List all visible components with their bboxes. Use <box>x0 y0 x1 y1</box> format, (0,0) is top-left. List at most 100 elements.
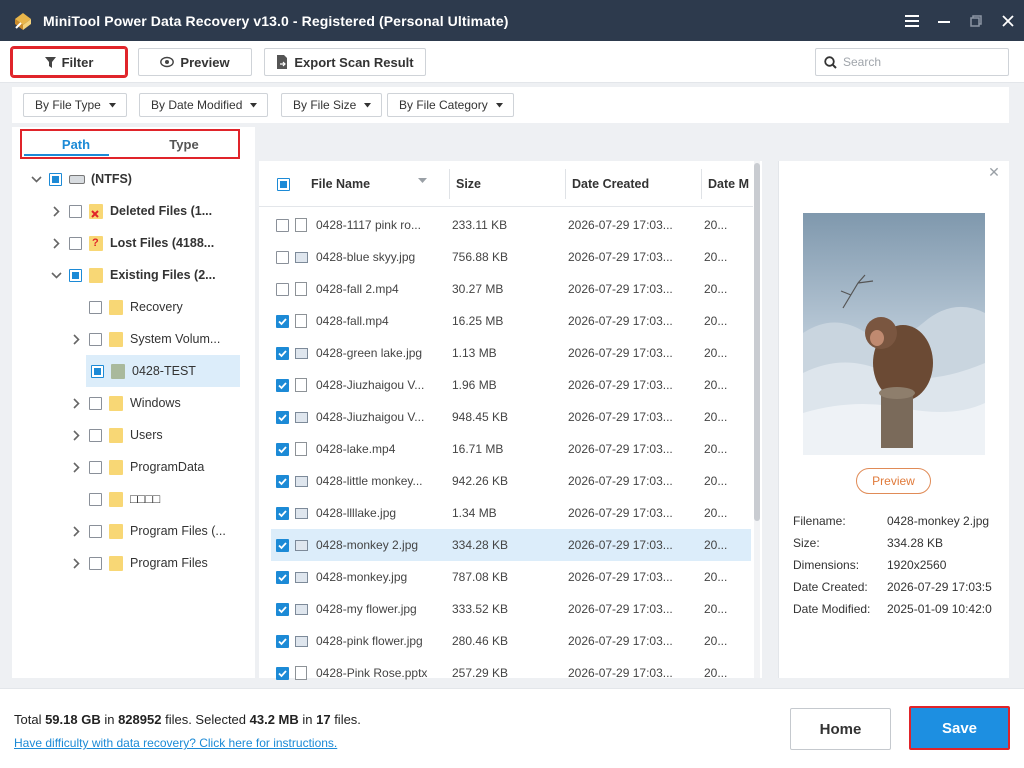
chevron-right-icon[interactable] <box>48 203 64 219</box>
file-row[interactable]: 0428-1117 pink ro... 233.11 KB 2026-07-29 … <box>271 209 751 241</box>
tree-node-recovery[interactable]: Recovery <box>68 291 248 323</box>
tree-checkbox[interactable] <box>89 492 102 506</box>
chevron-right-icon[interactable] <box>68 331 84 347</box>
tree-checkbox[interactable] <box>69 204 82 218</box>
file-row[interactable]: 0428-pink flower.jpg 280.46 KB 2026-07-29 … <box>271 625 751 657</box>
help-link[interactable]: Have difficulty with data recovery? Clic… <box>14 736 337 750</box>
file-row-checkbox[interactable] <box>276 379 289 392</box>
chevron-down-icon[interactable] <box>28 171 44 187</box>
tree-node-ntfs[interactable]: (NTFS) <box>28 163 248 195</box>
path-tree-panel: Path Type (NTFS) Deleted Files (1... ? L… <box>12 127 255 678</box>
filter-by-file-type[interactable]: By File Type <box>23 93 127 117</box>
tree-node-0428-test[interactable]: 0428-TEST <box>86 355 240 387</box>
save-button[interactable]: Save <box>909 706 1010 750</box>
file-row[interactable]: 0428-fall 2.mp4 30.27 MB 2026-07-29 17:03.… <box>271 273 751 305</box>
tree-node-system-volume[interactable]: System Volum... <box>68 323 248 355</box>
sort-desc-icon[interactable] <box>418 178 427 184</box>
select-all-checkbox[interactable] <box>277 178 290 191</box>
filter-button[interactable]: Filter <box>10 46 128 78</box>
file-row-checkbox[interactable] <box>276 347 289 360</box>
file-row-checkbox[interactable] <box>276 539 289 552</box>
restore-icon[interactable] <box>960 0 992 41</box>
column-file-name[interactable]: File Name <box>311 161 451 207</box>
file-row[interactable]: 0428-my flower.jpg 333.52 KB 2026-07-29 17… <box>271 593 751 625</box>
tree-checkbox[interactable] <box>49 172 62 186</box>
tree-node-program-files[interactable]: Program Files <box>68 547 248 579</box>
tree-node-lost-files[interactable]: ? Lost Files (4188... <box>48 227 248 259</box>
file-row-checkbox[interactable] <box>276 667 289 680</box>
tree-node-deleted-files[interactable]: Deleted Files (1... <box>48 195 248 227</box>
column-date-modified[interactable]: Date M <box>708 161 753 207</box>
chevron-right-icon[interactable] <box>68 427 84 443</box>
chevron-right-icon[interactable] <box>68 395 84 411</box>
tree-checkbox[interactable] <box>89 428 102 442</box>
tree-node-existing-files[interactable]: Existing Files (2... <box>48 259 248 291</box>
file-row-checkbox[interactable] <box>276 411 289 424</box>
filter-by-file-category[interactable]: By File Category <box>387 93 514 117</box>
file-row-checkbox[interactable] <box>276 219 289 232</box>
chevron-right-icon[interactable] <box>68 555 84 571</box>
tree-checkbox[interactable] <box>91 364 104 378</box>
chevron-right-icon[interactable] <box>68 459 84 475</box>
tree-checkbox[interactable] <box>69 268 82 282</box>
file-row[interactable]: 0428-little monkey... 942.26 KB 2026-07-29… <box>271 465 751 497</box>
filter-by-date-modified[interactable]: By Date Modified <box>139 93 269 117</box>
file-row-checkbox[interactable] <box>276 635 289 648</box>
file-row-checkbox[interactable] <box>276 443 289 456</box>
file-date-created: 2026-07-29 17:03... <box>568 602 673 616</box>
file-row-checkbox[interactable] <box>276 283 289 296</box>
chevron-down-icon[interactable] <box>48 267 64 283</box>
home-button[interactable]: Home <box>790 708 891 750</box>
tree-node-windows[interactable]: Windows <box>68 387 248 419</box>
tree-node-users[interactable]: Users <box>68 419 248 451</box>
file-row[interactable]: 0428-monkey.jpg 787.08 KB 2026-07-29 17:03… <box>271 561 751 593</box>
file-row-checkbox[interactable] <box>276 475 289 488</box>
file-row-checkbox[interactable] <box>276 507 289 520</box>
file-row[interactable]: 0428-blue skyy.jpg 756.88 KB 2026-07-29 17… <box>271 241 751 273</box>
file-row[interactable]: 0428-lake.mp4 16.71 MB 2026-07-29 17:03...… <box>271 433 751 465</box>
tab-type[interactable]: Type <box>130 131 238 157</box>
search-input[interactable] <box>843 55 993 69</box>
tree-node-program-files-x86[interactable]: Program Files (... <box>68 515 248 547</box>
tree-node-programdata[interactable]: ProgramData <box>68 451 248 483</box>
column-size[interactable]: Size <box>456 161 556 207</box>
chevron-right-icon[interactable] <box>48 235 64 251</box>
file-row-checkbox[interactable] <box>276 315 289 328</box>
file-row-checkbox[interactable] <box>276 251 289 264</box>
close-preview-icon[interactable]: ✕ <box>987 164 1001 180</box>
search-box[interactable] <box>815 48 1009 76</box>
image-icon <box>295 337 309 369</box>
file-row[interactable]: 0428-Pink Rose.pptx 257.29 KB 2026-07-29 1… <box>271 657 751 689</box>
file-row-checkbox[interactable] <box>276 603 289 616</box>
tree-checkbox[interactable] <box>89 556 102 570</box>
chevron-right-icon[interactable] <box>68 523 84 539</box>
scrollbar-thumb[interactable] <box>754 163 760 521</box>
file-row[interactable]: 0428-Jiuzhaigou V... 948.45 KB 2026-07-29 … <box>271 401 751 433</box>
tree-checkbox[interactable] <box>89 460 102 474</box>
file-row[interactable]: 0428-fall.mp4 16.25 MB 2026-07-29 17:03...… <box>271 305 751 337</box>
close-icon[interactable] <box>992 0 1024 41</box>
tree-checkbox[interactable] <box>89 396 102 410</box>
minimize-icon[interactable] <box>928 0 960 41</box>
column-date-created[interactable]: Date Created <box>572 161 692 207</box>
tree-node-unnamed[interactable]: □□□□ <box>68 483 248 515</box>
preview-button[interactable]: Preview <box>856 468 931 494</box>
tree-node-label: Users <box>130 428 163 442</box>
filter-by-file-size[interactable]: By File Size <box>281 93 383 117</box>
export-icon <box>277 55 288 69</box>
file-row[interactable]: 0428-llllake.jpg 1.34 MB 2026-07-29 17:03.… <box>271 497 751 529</box>
export-scan-result-button[interactable]: Export Scan Result <box>264 48 426 76</box>
tree-checkbox[interactable] <box>89 332 102 346</box>
image-icon <box>295 465 309 497</box>
preview-toolbar-button[interactable]: Preview <box>138 48 252 76</box>
file-list-scrollbar[interactable] <box>754 161 760 678</box>
tree-checkbox[interactable] <box>89 300 102 314</box>
tree-checkbox[interactable] <box>69 236 82 250</box>
file-row[interactable]: 0428-Jiuzhaigou V... 1.96 MB 2026-07-29 17… <box>271 369 751 401</box>
tree-checkbox[interactable] <box>89 524 102 538</box>
file-row[interactable]: 0428-monkey 2.jpg 334.28 KB 2026-07-29 17:… <box>271 529 751 561</box>
file-row-checkbox[interactable] <box>276 571 289 584</box>
file-row[interactable]: 0428-green lake.jpg 1.13 MB 2026-07-29 17:… <box>271 337 751 369</box>
menu-icon[interactable] <box>896 0 928 41</box>
file-date-created: 2026-07-29 17:03... <box>568 314 673 328</box>
